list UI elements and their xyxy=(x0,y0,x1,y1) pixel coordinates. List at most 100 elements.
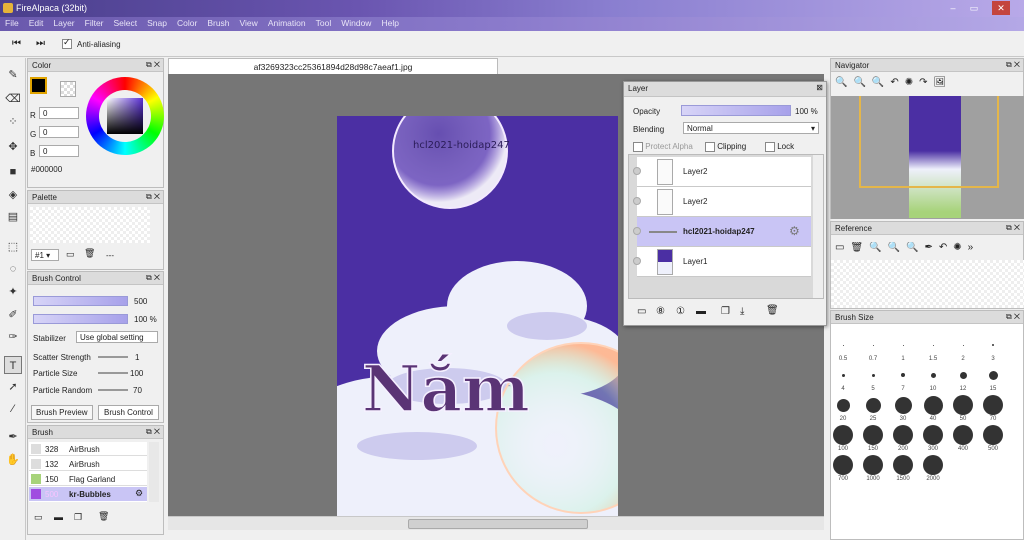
palette-add-icon[interactable]: ▭ xyxy=(66,249,75,260)
scroll-thumb[interactable] xyxy=(408,519,588,529)
delete-brush-icon[interactable]: 🗑 xyxy=(98,511,109,522)
menu-window[interactable]: Window xyxy=(336,17,376,31)
brush-item[interactable]: 150 Flag Garland xyxy=(29,472,147,486)
navigator-preview[interactable] xyxy=(831,96,1024,219)
brush-size-dot[interactable] xyxy=(901,373,905,377)
menu-select[interactable]: Select xyxy=(109,17,143,31)
layer-row[interactable]: Layer2 xyxy=(633,187,811,217)
duplicate-icon[interactable]: ❐ xyxy=(74,512,82,523)
transparent-color-swatch[interactable] xyxy=(60,81,76,97)
menu-file[interactable]: File xyxy=(0,17,24,31)
protect-alpha-checkbox[interactable]: Protect Alpha xyxy=(633,142,693,152)
palette-more[interactable]: --- xyxy=(106,251,114,260)
brush-size-dot[interactable] xyxy=(863,425,883,445)
blending-select[interactable]: Normal ▾ xyxy=(683,122,819,134)
horizontal-scrollbar[interactable] xyxy=(168,516,824,530)
layer-row[interactable]: Layer1 xyxy=(633,247,811,277)
brush-item[interactable]: 132 AirBrush xyxy=(29,457,147,471)
brush-size-dot[interactable] xyxy=(932,344,934,346)
reference-toolbar[interactable]: ▭🗑🔍🔍🔍✒↶✺» xyxy=(835,242,1021,253)
new-layer-icon[interactable]: ▭ xyxy=(637,306,646,317)
brush-size-dot[interactable] xyxy=(992,344,994,346)
delete-layer-icon[interactable]: 🗑 xyxy=(766,305,779,316)
select-pen-icon[interactable]: ✐ xyxy=(4,306,22,324)
panel-close-icon[interactable]: ⧉ ✕ xyxy=(146,192,160,202)
brush-size-dot[interactable] xyxy=(893,425,913,445)
layer-folder-icon[interactable]: ▬ xyxy=(696,306,706,317)
visibility-icon[interactable] xyxy=(633,257,641,265)
menu-snap[interactable]: Snap xyxy=(142,17,172,31)
brush-size-dot[interactable] xyxy=(863,455,883,475)
reference-canvas[interactable] xyxy=(831,260,1024,308)
particle-random-slider[interactable] xyxy=(98,389,128,391)
eyedropper-icon[interactable]: ✒ xyxy=(4,428,22,446)
panel-close-icon[interactable]: ⧉ ✕ xyxy=(1006,223,1020,233)
palette-set-select[interactable]: #1 ▾ xyxy=(31,249,59,261)
hand-tool-icon[interactable]: ✋ xyxy=(4,451,22,469)
pen-tool-icon[interactable]: ✎ xyxy=(4,66,22,84)
brush-size-dot[interactable] xyxy=(953,425,973,445)
panel-close-icon[interactable]: ⧉ ✕ xyxy=(146,427,160,437)
brush-size-dot[interactable] xyxy=(923,425,943,445)
brush-size-dot[interactable] xyxy=(923,395,943,415)
brush-item[interactable]: 328 AirBrush xyxy=(29,442,147,456)
brush-size-dot[interactable] xyxy=(983,395,1003,415)
gradient-tool-icon[interactable]: ▤ xyxy=(4,208,22,226)
menu-color[interactable]: Color xyxy=(172,17,202,31)
brush-size-dot[interactable] xyxy=(988,370,998,380)
gear-icon[interactable]: ⚙ xyxy=(789,224,800,238)
visibility-icon[interactable] xyxy=(633,167,641,175)
particle-size-slider[interactable] xyxy=(98,372,128,374)
panel-close-icon[interactable]: ⧉ ✕ xyxy=(146,273,160,283)
new-1bit-layer-icon[interactable]: ① xyxy=(676,306,685,317)
brush-size-dot[interactable] xyxy=(872,344,874,346)
maximize-button[interactable]: ▭ xyxy=(965,1,983,15)
minimize-button[interactable]: – xyxy=(944,1,962,15)
brush-size-dot[interactable] xyxy=(871,373,875,377)
stabilizer-select[interactable]: Use global setting xyxy=(76,331,158,343)
new-brush-icon[interactable]: ▭ xyxy=(34,512,43,523)
color-wheel[interactable] xyxy=(86,77,164,155)
menu-tool[interactable]: Tool xyxy=(311,17,337,31)
brush-size-dot[interactable] xyxy=(962,344,964,346)
gear-icon[interactable]: ⚙ xyxy=(135,488,143,499)
tab-brush-preview[interactable]: Brush Preview xyxy=(31,405,93,420)
brush-opacity-slider[interactable] xyxy=(33,314,128,324)
saturation-square[interactable] xyxy=(107,98,143,134)
brush-size-dot[interactable] xyxy=(930,372,936,378)
panel-close-icon[interactable]: ⧉ ✕ xyxy=(1006,312,1020,322)
r-field[interactable]: 0 xyxy=(39,107,79,119)
foreground-color-swatch[interactable] xyxy=(30,77,47,94)
brush-item-selected[interactable]: 500 kr-Bubbles ⚙ xyxy=(29,487,147,501)
new-8bit-layer-icon[interactable]: ⑧ xyxy=(656,306,665,317)
menu-help[interactable]: Help xyxy=(376,17,403,31)
visibility-icon[interactable] xyxy=(633,227,641,235)
operation-tool-icon[interactable]: ➚ xyxy=(4,378,22,396)
clipping-checkbox[interactable]: Clipping xyxy=(705,142,746,152)
brush-size-dot[interactable] xyxy=(836,398,850,412)
layer-window-close-icon[interactable]: ⊠ xyxy=(816,83,823,92)
menu-animation[interactable]: Animation xyxy=(263,17,311,31)
divide-tool-icon[interactable]: ⁄ xyxy=(4,400,22,418)
merge-down-icon[interactable]: ⤓ xyxy=(740,306,744,317)
lasso-tool-icon[interactable]: ◌ xyxy=(4,260,22,278)
anti-aliasing-checkbox[interactable] xyxy=(62,37,72,49)
close-button[interactable]: ✕ xyxy=(992,1,1010,15)
bucket-tool-icon[interactable]: ◈ xyxy=(4,186,22,204)
g-field[interactable]: 0 xyxy=(39,126,79,138)
menu-filter[interactable]: Filter xyxy=(80,17,109,31)
b-field[interactable]: 0 xyxy=(39,145,79,157)
eraser-tool-icon[interactable]: ⌫ xyxy=(4,90,22,108)
menu-layer[interactable]: Layer xyxy=(48,17,79,31)
brush-size-dot[interactable] xyxy=(959,371,967,379)
brush-size-dot[interactable] xyxy=(893,455,913,475)
prev-icon[interactable]: ⏮ xyxy=(12,38,21,49)
brush-size-dot[interactable] xyxy=(923,455,943,475)
brush-size-dot[interactable] xyxy=(902,344,904,346)
visibility-icon[interactable] xyxy=(633,197,641,205)
brush-size-dot[interactable] xyxy=(953,395,973,415)
text-tool-icon[interactable]: T xyxy=(4,356,22,374)
palette-delete-icon[interactable]: 🗑 xyxy=(84,248,95,259)
menu-view[interactable]: View xyxy=(235,17,263,31)
next-icon[interactable]: ⏭ xyxy=(36,38,45,49)
